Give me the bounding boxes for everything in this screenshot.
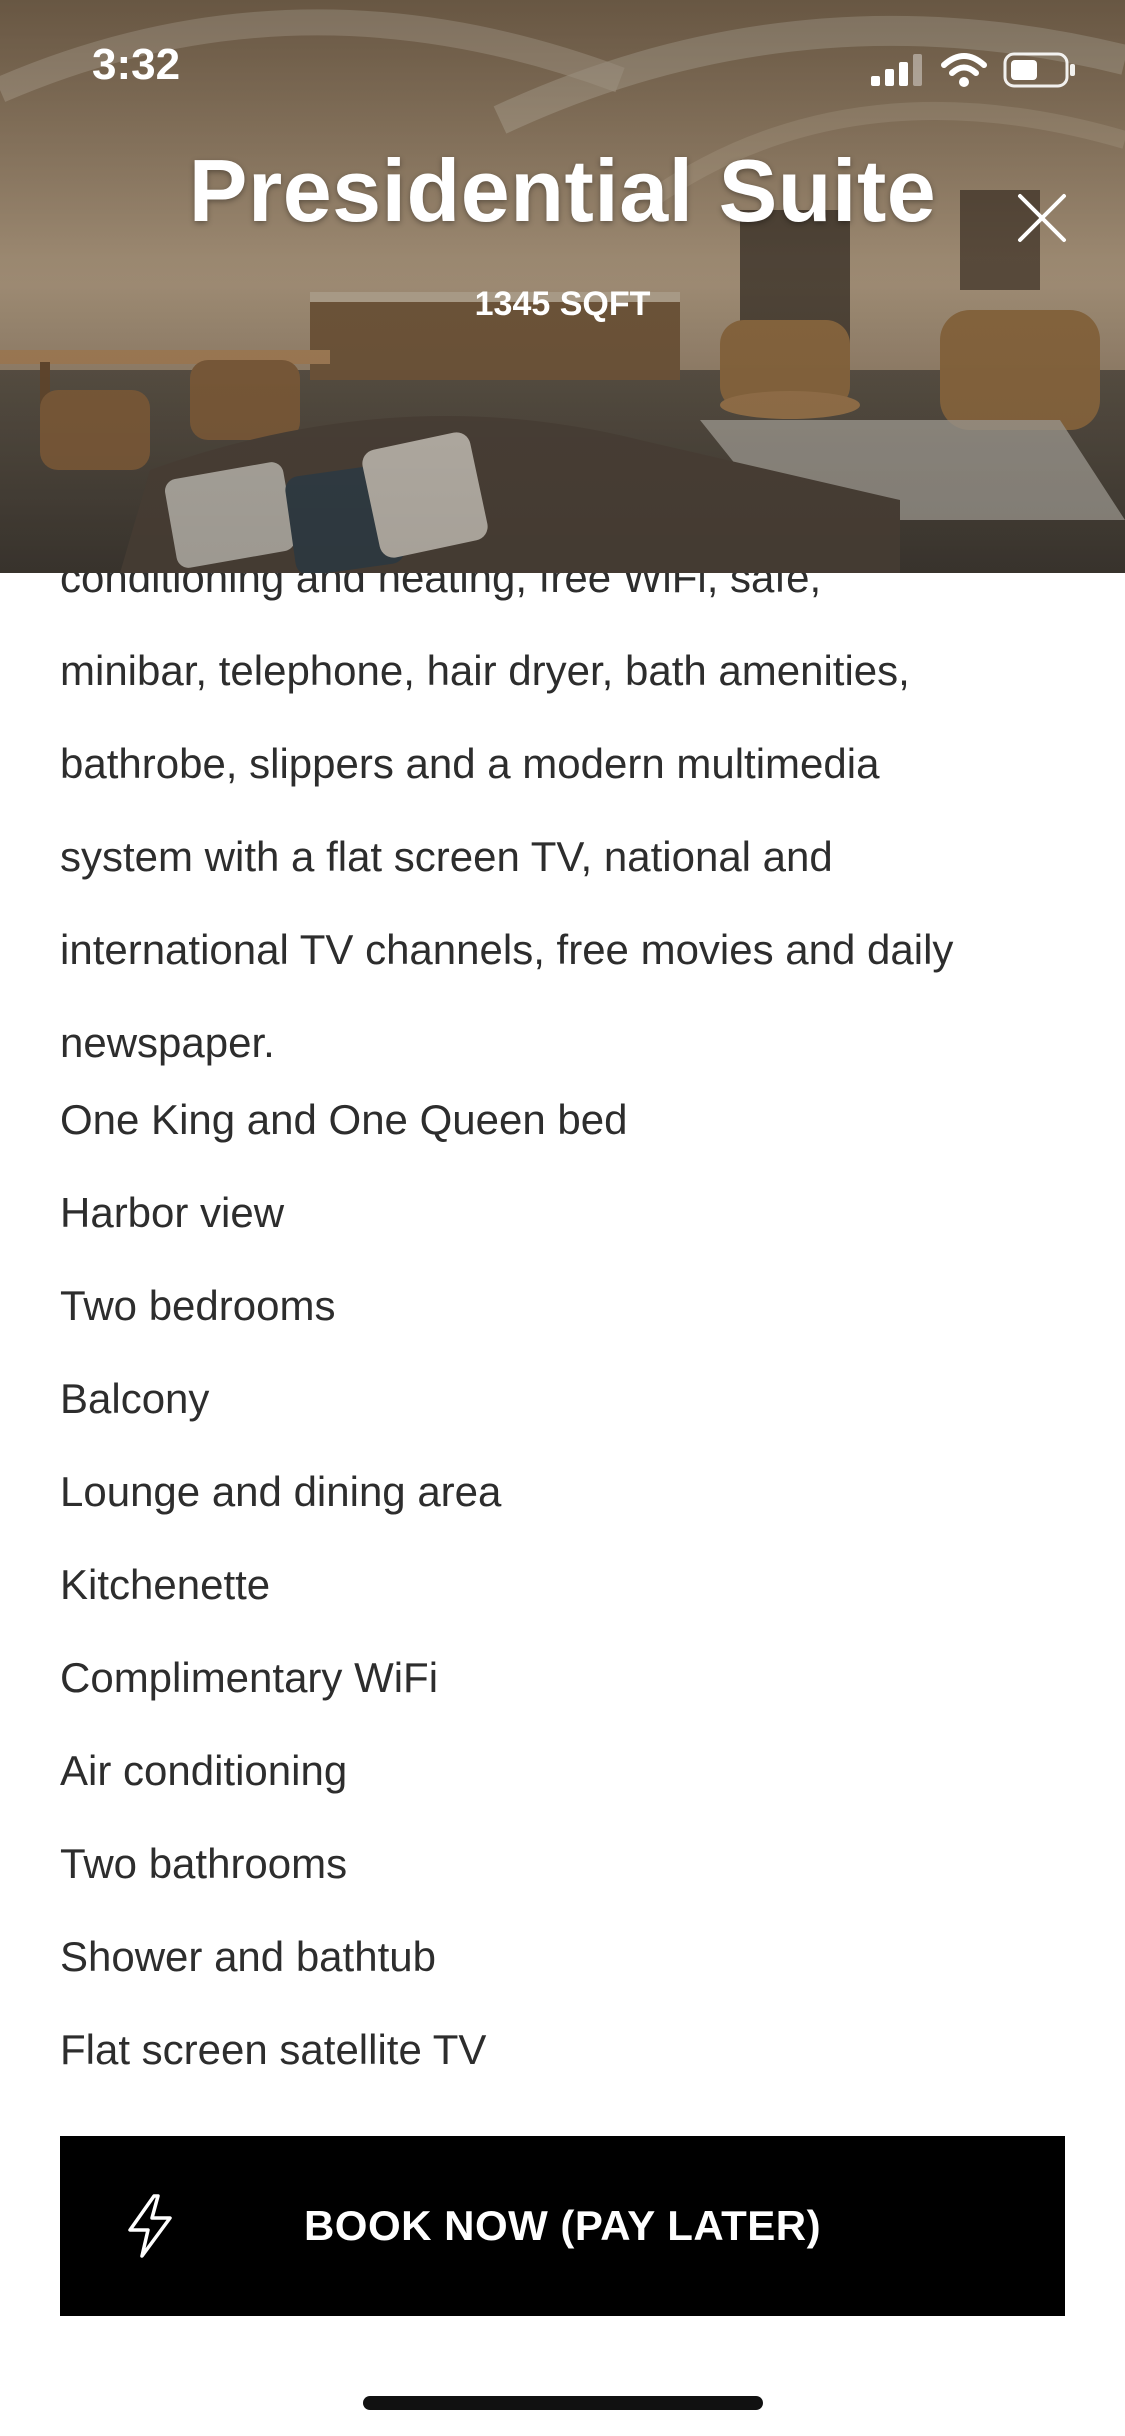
- description-line: system with a flat screen TV, national a…: [60, 833, 833, 880]
- status-time: 3:32: [92, 40, 181, 89]
- amenity-item: Balcony: [60, 1375, 210, 1422]
- amenity-item: Air conditioning: [60, 1747, 348, 1794]
- close-icon: [1018, 194, 1066, 242]
- amenity-item: Harbor view: [60, 1189, 285, 1236]
- page-title: Presidential Suite: [188, 141, 937, 240]
- amenity-item: Kitchenette: [60, 1561, 271, 1608]
- amenity-item: Two bedrooms: [60, 1282, 336, 1329]
- amenity-item: Two bathrooms: [60, 1840, 348, 1887]
- amenities-list: One King and One Queen bed Harbor view T…: [60, 1073, 1070, 2096]
- status-icons: [871, 50, 1077, 90]
- room-size: 1345 SQFT: [474, 285, 651, 323]
- book-now-label: BOOK NOW (PAY LATER): [303, 2202, 822, 2249]
- status-bar: 3:32: [0, 0, 1125, 136]
- description-line: minibar, telephone, hair dryer, bath ame…: [60, 647, 910, 694]
- home-indicator[interactable]: [363, 2396, 763, 2410]
- amenity-item: Complimentary WiFi: [60, 1654, 439, 1701]
- description-line: international TV channels, free movies a…: [60, 926, 954, 973]
- book-now-button[interactable]: BOOK NOW (PAY LATER): [60, 2136, 1065, 2316]
- amenity-item: Flat screen satellite TV: [60, 2026, 487, 2073]
- battery-icon: [1003, 52, 1075, 88]
- description-line: conditioning and heating, free WiFi, saf…: [60, 573, 822, 601]
- hero-header: 3:32 Presidential Suite 1345 SQFT: [0, 0, 1125, 573]
- room-details-scroll[interactable]: conditioning and heating, free WiFi, saf…: [0, 573, 1125, 2110]
- signal-icon: [871, 54, 922, 86]
- description-line: bathrobe, slippers and a modern multimed…: [60, 740, 880, 787]
- amenity-item: Shower and bathtub: [60, 1933, 436, 1980]
- room-description: conditioning and heating, free WiFi, saf…: [60, 573, 1070, 1089]
- wifi-icon: [941, 53, 987, 87]
- close-button[interactable]: [1010, 186, 1074, 250]
- amenity-item: One King and One Queen bed: [60, 1096, 628, 1143]
- amenity-item: Lounge and dining area: [60, 1468, 502, 1515]
